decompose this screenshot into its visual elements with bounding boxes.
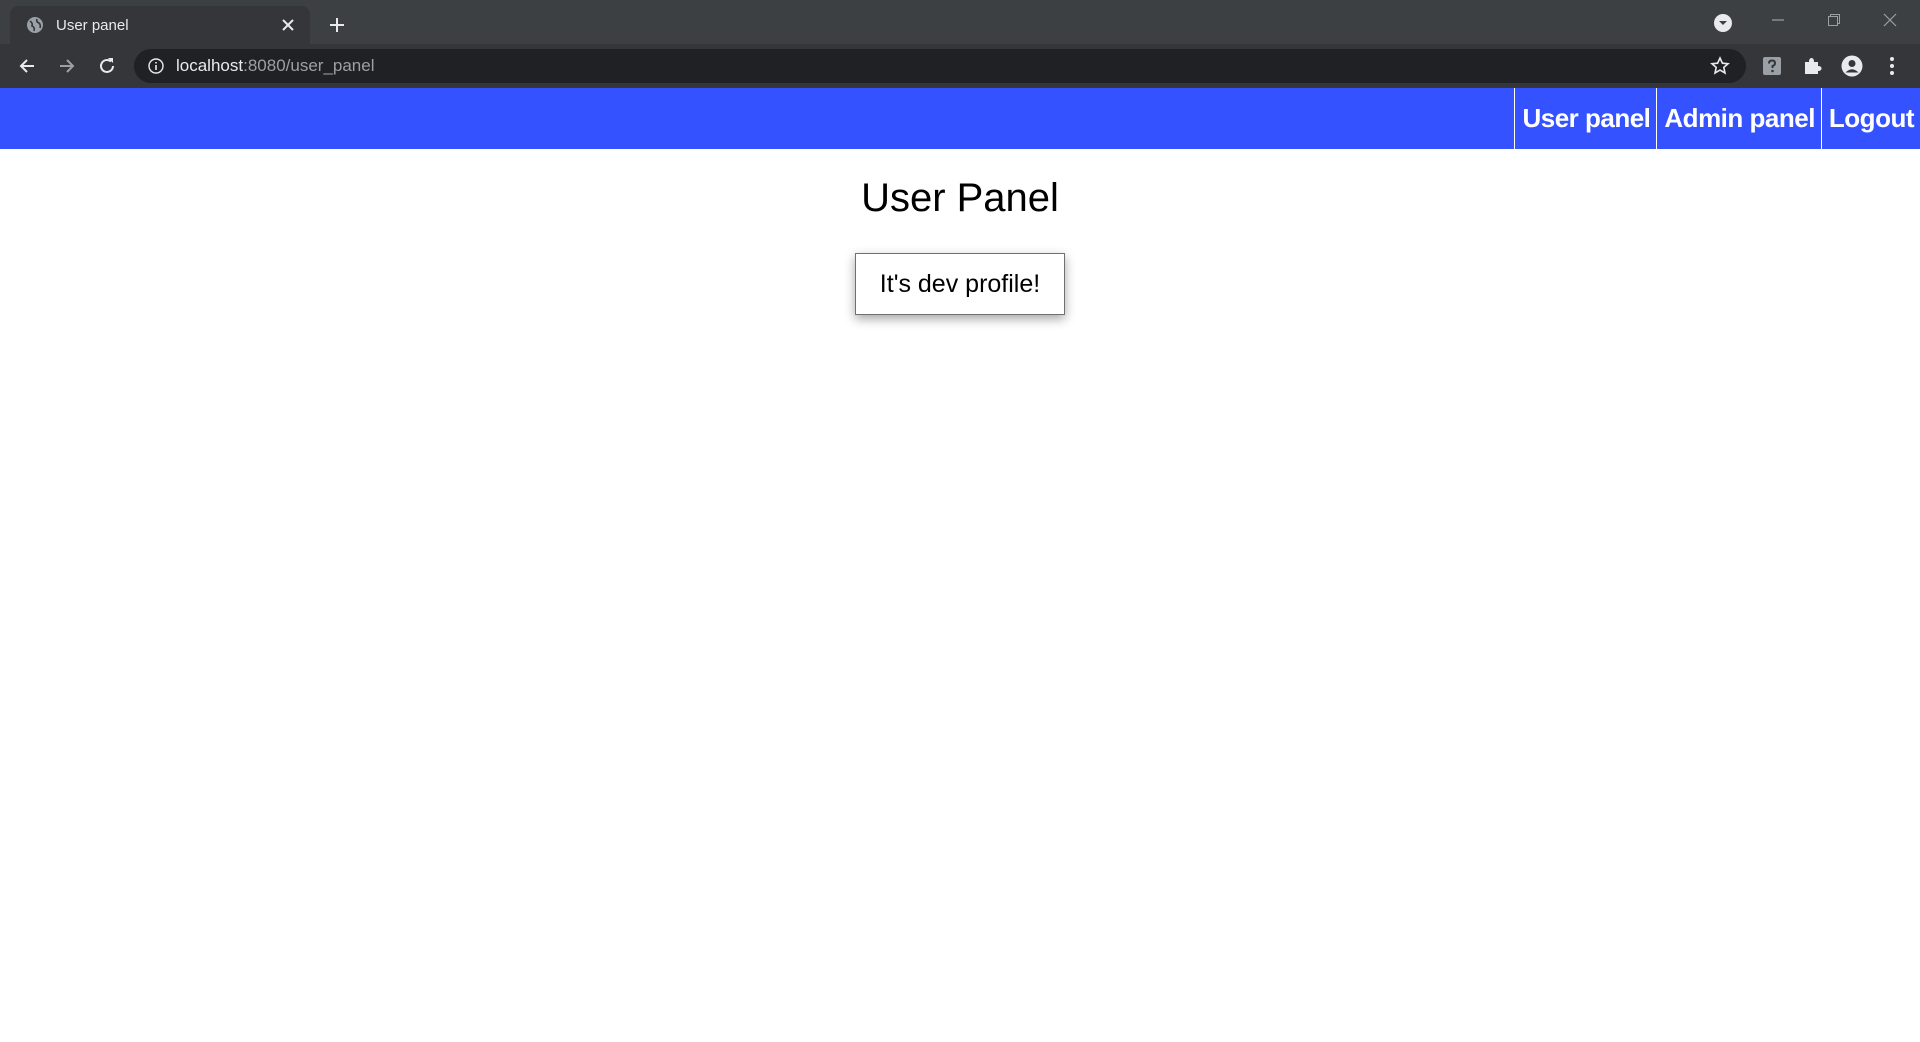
browser-toolbar: localhost:8080/user_panel — [0, 44, 1920, 88]
reload-button[interactable] — [92, 51, 122, 81]
puzzle-icon — [1805, 58, 1822, 74]
bookmark-star-button[interactable] — [1708, 54, 1732, 78]
arrow-left-icon — [19, 59, 34, 73]
restore-icon — [1828, 14, 1840, 26]
address-bar[interactable]: localhost:8080/user_panel — [134, 49, 1746, 83]
arrow-right-icon — [60, 59, 75, 73]
tab-title: User panel — [56, 16, 129, 34]
window-close-button[interactable] — [1862, 0, 1918, 40]
url-host: localhost — [176, 56, 244, 75]
profile-button[interactable] — [1839, 53, 1865, 79]
close-icon[interactable] — [278, 15, 298, 35]
info-icon[interactable] — [146, 56, 166, 76]
nav-link-admin-panel[interactable]: Admin panel — [1656, 88, 1821, 149]
browser-tabstrip: User panel — [0, 0, 1920, 44]
plus-icon — [330, 18, 344, 32]
tab-search-button[interactable] — [1710, 10, 1736, 36]
profile-message-box: It's dev profile! — [855, 253, 1065, 315]
kebab-menu-icon — [1890, 57, 1894, 75]
back-button[interactable] — [12, 51, 42, 81]
minimize-icon — [1772, 19, 1784, 21]
close-icon — [1883, 13, 1897, 27]
window-minimize-button[interactable] — [1750, 0, 1806, 40]
browser-menu-button[interactable] — [1879, 53, 1905, 79]
browser-tab[interactable]: User panel — [10, 6, 310, 44]
navbar-links: User panel Admin panel Logout — [1514, 88, 1920, 149]
url-path: :8080/user_panel — [243, 56, 375, 75]
help-extension-button[interactable] — [1759, 53, 1785, 79]
site-navbar: User panel Admin panel Logout — [0, 88, 1920, 149]
window-restore-button[interactable] — [1806, 0, 1862, 40]
person-icon — [1841, 55, 1863, 77]
reload-icon — [100, 58, 114, 73]
help-icon — [1763, 57, 1781, 75]
extensions-button[interactable] — [1799, 53, 1825, 79]
star-icon — [1710, 56, 1730, 75]
url-text: localhost:8080/user_panel — [176, 56, 375, 76]
new-tab-button[interactable] — [322, 10, 352, 40]
forward-button[interactable] — [52, 51, 82, 81]
globe-icon — [26, 16, 44, 34]
nav-link-user-panel[interactable]: User panel — [1514, 88, 1656, 149]
nav-link-logout[interactable]: Logout — [1820, 88, 1920, 149]
chevron-down-icon — [1714, 14, 1732, 32]
page-title: User Panel — [861, 176, 1059, 220]
